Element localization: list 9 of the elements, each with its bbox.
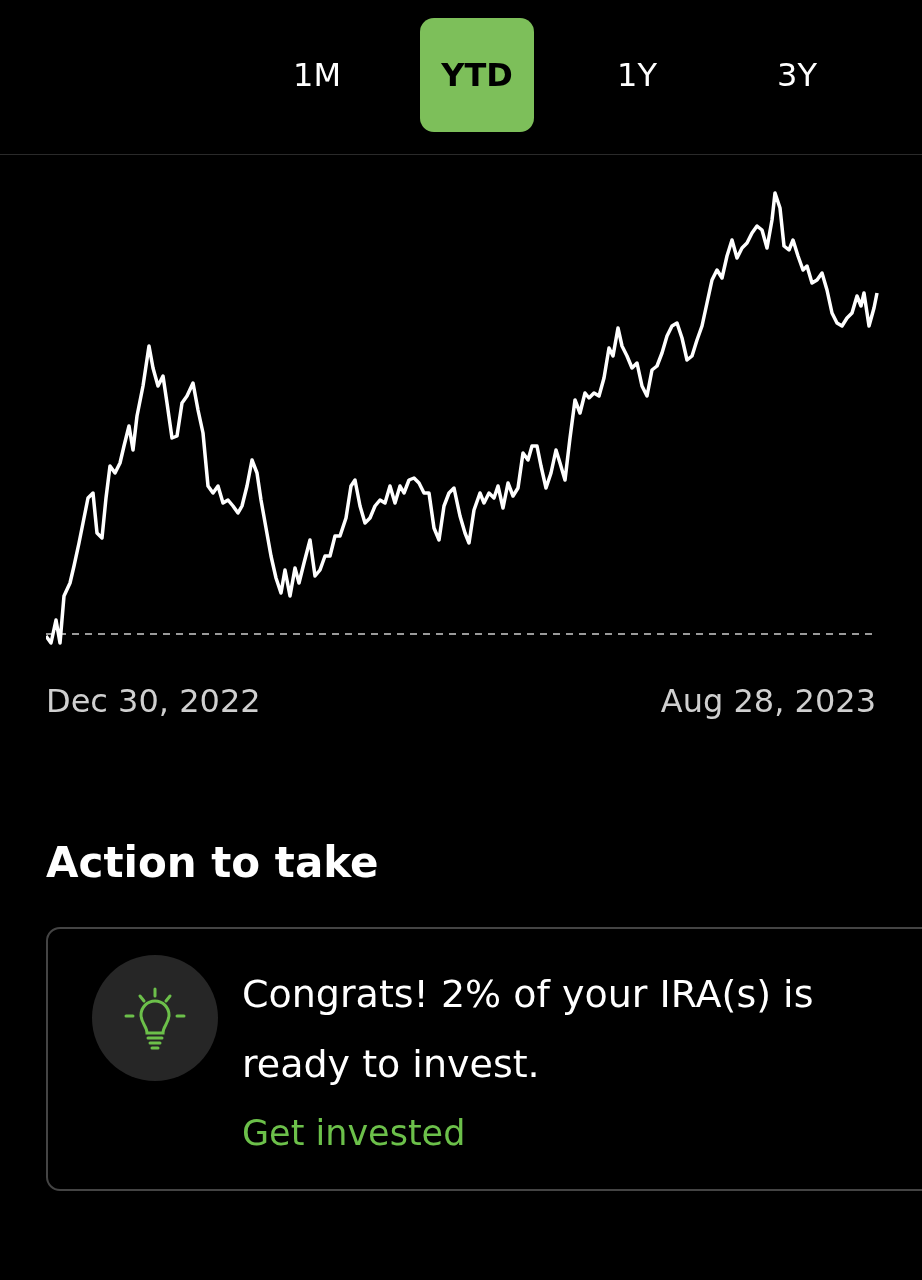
end-date: Aug 28, 2023 — [660, 682, 876, 720]
start-date: Dec 30, 2022 — [46, 682, 261, 720]
range-tab[interactable]: 3Y — [740, 18, 854, 132]
range-tab[interactable]: YTD — [420, 18, 534, 132]
get-invested-link[interactable]: Get invested — [242, 1113, 466, 1153]
action-message: Congrats! 2% of your IRA(s) is ready to invest. — [242, 971, 815, 1088]
section-title: Action to take — [46, 838, 380, 887]
range-tab[interactable]: 1M — [260, 18, 374, 132]
range-tab[interactable]: 1Y — [580, 18, 694, 132]
